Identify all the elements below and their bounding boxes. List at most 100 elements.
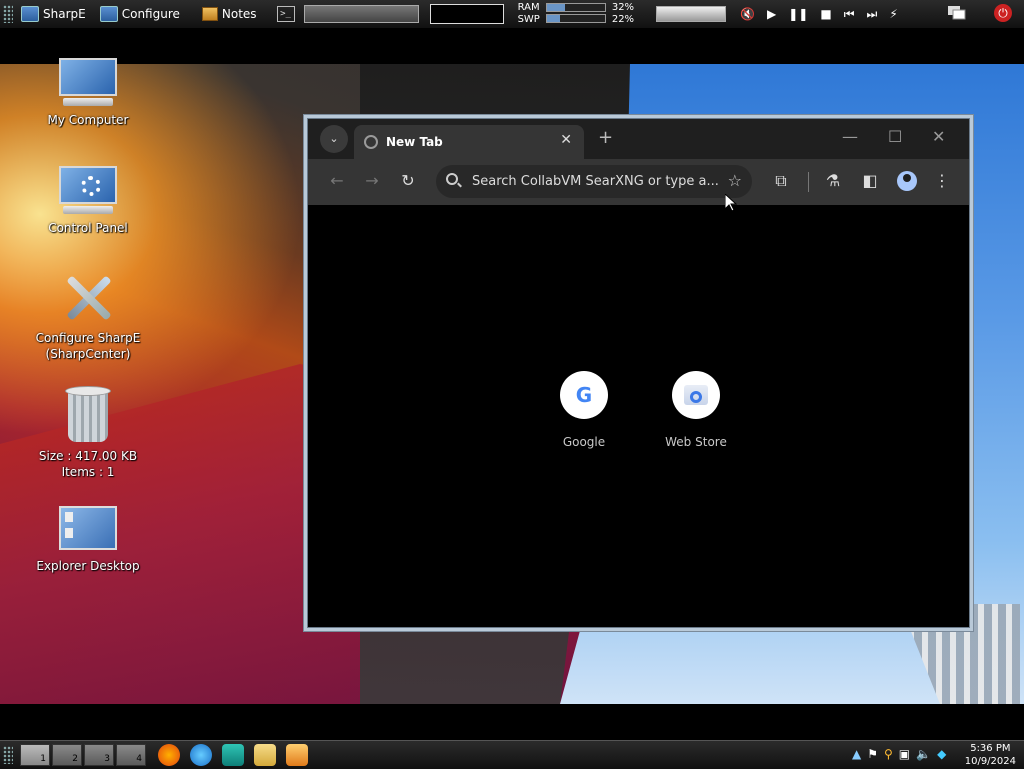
desktop-icon-my-computer[interactable]: My Computer: [28, 58, 148, 128]
workspace-3[interactable]: 3: [84, 744, 114, 766]
desktop-icon-explorer-desktop[interactable]: Explorer Desktop: [28, 506, 148, 574]
ram-label: RAM: [517, 2, 540, 13]
recycle-bin-icon: [65, 386, 111, 442]
browser-toolbar: ← → ↻ Search CollabVM SearXNG or type a.…: [308, 159, 969, 206]
menu-configure-label: Configure: [121, 7, 180, 21]
notes-icon: [201, 7, 218, 21]
configure-sharpe-label: Configure SharpE: [35, 331, 141, 345]
monitor-icon: [21, 6, 39, 22]
address-bar[interactable]: Search CollabVM SearXNG or type a... ☆: [436, 165, 752, 198]
ram-bar: [545, 3, 606, 12]
volume-slider[interactable]: [656, 6, 727, 22]
top-panel: SharpE Configure Notes >_ RAM SWP 32% 22…: [0, 0, 1024, 29]
internet-explorer-icon[interactable]: [190, 744, 212, 766]
menu-sharpe-label: SharpE: [43, 7, 86, 21]
firefox-icon[interactable]: [158, 744, 180, 766]
volume-muted-icon[interactable]: 🔈: [916, 747, 931, 761]
configure-sharpe-sublabel: (SharpCenter): [45, 347, 131, 361]
bookmark-star-icon[interactable]: ☆: [728, 171, 742, 190]
address-bar-placeholder: Search CollabVM SearXNG or type a...: [472, 174, 719, 189]
labs-flask-icon[interactable]: ⚗: [822, 171, 844, 190]
stop-icon[interactable]: ■: [820, 7, 831, 21]
tab-strip: ⌄ New Tab ✕ + — ☐ ✕: [308, 119, 969, 159]
clock-time: 5:36 PM: [970, 743, 1011, 754]
shortcut-web-store-label: Web Store: [665, 435, 727, 449]
back-icon[interactable]: ←: [326, 171, 348, 190]
close-window-icon[interactable]: ✕: [932, 127, 945, 146]
next-icon[interactable]: ⏭: [867, 7, 878, 22]
search-tray-icon[interactable]: ⚲: [884, 747, 893, 761]
power-icon[interactable]: ⏻: [994, 4, 1012, 22]
desktop-icon-configure-sharpe[interactable]: Configure SharpE (SharpCenter): [28, 270, 148, 362]
menu-kebab-icon[interactable]: ⋮: [931, 171, 953, 190]
file-explorer-icon[interactable]: [254, 744, 276, 766]
new-tab-button[interactable]: +: [598, 127, 613, 148]
media-player-icon[interactable]: [286, 744, 308, 766]
shortcut-google[interactable]: G Google: [534, 371, 634, 449]
network-tray-icon[interactable]: ▣: [899, 747, 910, 761]
previous-icon[interactable]: ⏮: [844, 7, 855, 22]
panel-input-box[interactable]: [429, 4, 504, 24]
tab-close-icon[interactable]: ✕: [560, 132, 572, 148]
update-icon[interactable]: ◆: [937, 747, 946, 761]
quick-launch: [158, 744, 308, 766]
window-list-icon[interactable]: [948, 6, 966, 20]
chrome-app-icon[interactable]: [222, 744, 244, 766]
desktop-icon-recycle-bin[interactable]: Size : 417.00 KB Items : 1: [28, 386, 148, 480]
clock[interactable]: 5:36 PM 10/9/2024: [965, 742, 1016, 768]
web-store-icon: [672, 371, 720, 419]
panel-grip-icon[interactable]: [3, 5, 13, 23]
swp-bar-fill: [546, 15, 560, 22]
workspace-pager: 1 2 3 4: [20, 744, 146, 766]
swp-bar: [545, 14, 606, 23]
network-icon[interactable]: ⚡: [889, 7, 897, 21]
workspace-3-label: 3: [104, 754, 110, 764]
tools-icon: [61, 270, 115, 324]
play-icon[interactable]: ▶: [767, 7, 776, 21]
terminal-icon[interactable]: >_: [276, 6, 295, 22]
tab-new-tab[interactable]: New Tab ✕: [354, 125, 584, 159]
recycle-bin-size: Size : 417.00 KB: [38, 449, 138, 463]
pause-icon[interactable]: ❚❚: [788, 7, 808, 21]
run-command-box[interactable]: [303, 5, 419, 23]
workspace-4-label: 4: [136, 754, 142, 764]
flag-icon[interactable]: ⚑: [867, 747, 878, 761]
mute-icon[interactable]: 🔇: [740, 7, 755, 21]
shortcut-web-store[interactable]: Web Store: [646, 371, 746, 449]
search-icon: [446, 173, 458, 185]
system-tray: ▲ ⚑ ⚲ ▣ 🔈 ◆: [852, 747, 946, 761]
my-computer-icon: [57, 58, 119, 106]
reload-icon[interactable]: ↻: [397, 171, 419, 190]
explorer-desktop-label: Explorer Desktop: [36, 559, 140, 573]
workspace-1-label: 1: [40, 754, 46, 764]
tab-search-dropdown-icon[interactable]: ⌄: [320, 125, 348, 153]
menu-sharpe[interactable]: SharpE: [21, 6, 86, 22]
explorer-desktop-icon: [59, 506, 117, 550]
workspace-2[interactable]: 2: [52, 744, 82, 766]
window-list-svg: [948, 6, 966, 20]
google-icon: G: [560, 371, 608, 419]
clock-date: 10/9/2024: [964, 756, 1016, 767]
profile-avatar-icon[interactable]: [897, 171, 917, 191]
desktop-icon-control-panel[interactable]: Control Panel: [28, 166, 148, 236]
workspace-1[interactable]: 1: [20, 744, 50, 766]
control-panel-label: Control Panel: [48, 221, 128, 235]
menu-notes-label: Notes: [221, 7, 257, 21]
taskbar-grip-icon[interactable]: [3, 746, 13, 764]
ram-bar-fill: [546, 4, 566, 11]
menu-notes[interactable]: Notes: [201, 7, 257, 21]
side-panel-icon[interactable]: ◧: [859, 171, 881, 190]
toolbar-separator: [808, 172, 809, 192]
forward-icon[interactable]: →: [361, 171, 383, 190]
ram-percent: 32%: [611, 2, 635, 13]
menu-configure[interactable]: Configure: [99, 6, 180, 22]
tab-title: New Tab: [386, 135, 443, 149]
workspace-4[interactable]: 4: [116, 744, 146, 766]
extensions-icon[interactable]: ⧉: [770, 171, 792, 191]
swp-label: SWP: [517, 14, 540, 25]
minimize-icon[interactable]: —: [842, 127, 858, 146]
bottom-taskbar: 1 2 3 4 ▲ ⚑ ⚲ ▣ 🔈 ◆ 5:36 PM 10/9/2024: [0, 740, 1024, 769]
maximize-icon[interactable]: ☐: [888, 127, 902, 146]
tray-expand-icon[interactable]: ▲: [852, 747, 861, 761]
globe-icon: [364, 135, 378, 149]
